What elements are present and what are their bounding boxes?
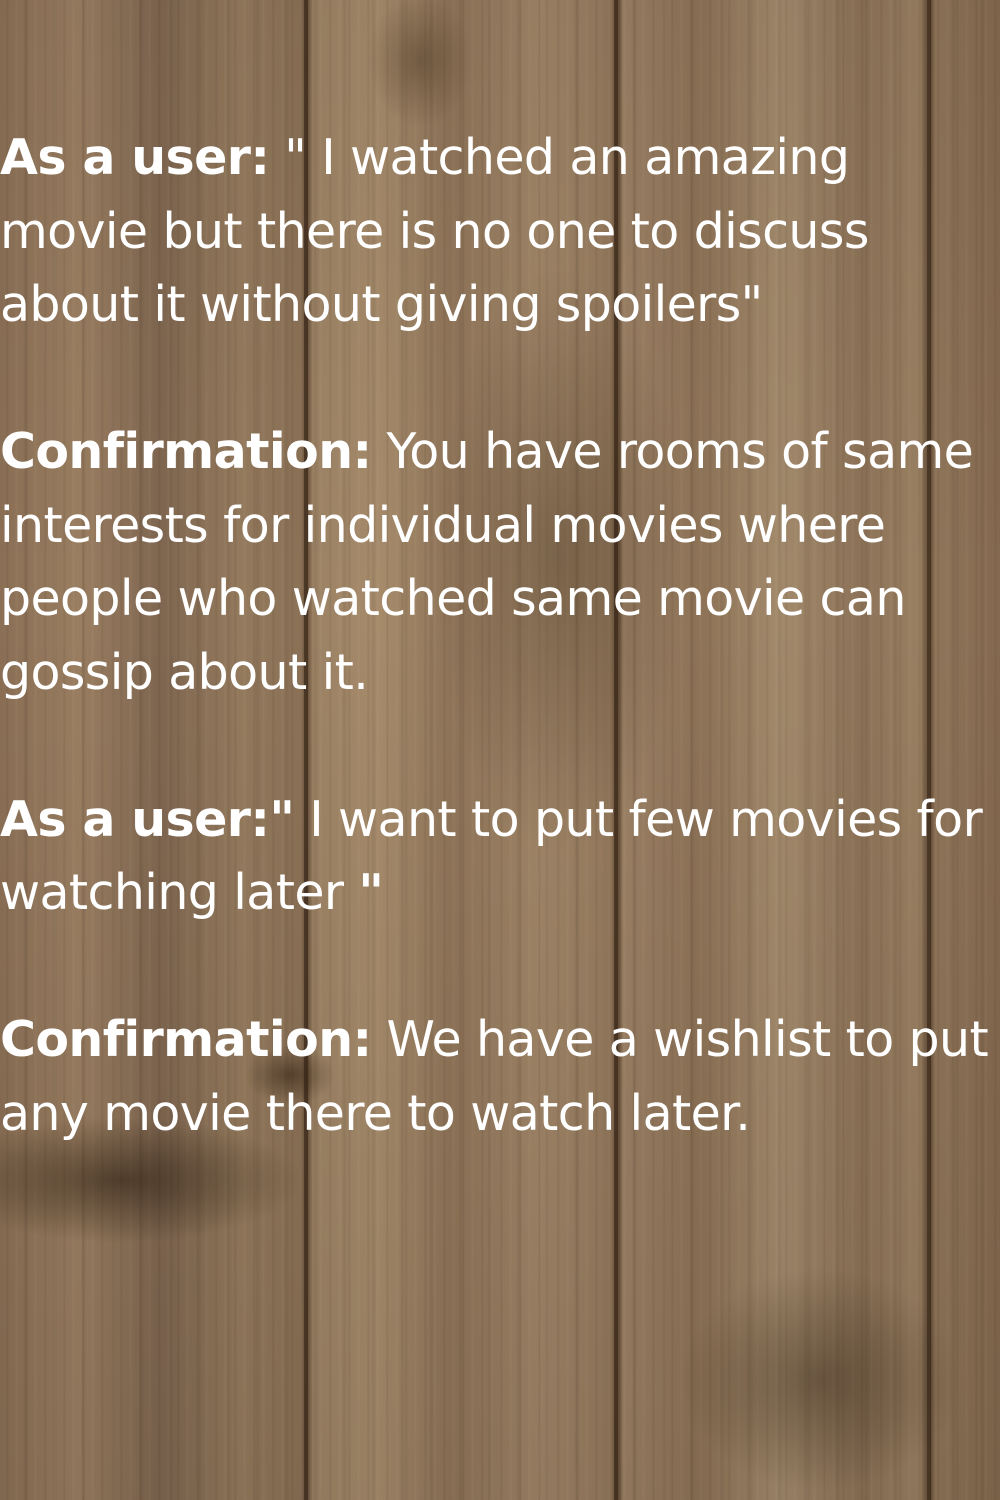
confirmation-paragraph: Confirmation: We have a wishlist to put … (0, 1003, 1000, 1150)
closing-quote: " (358, 864, 384, 921)
paragraph-label: As a user: (0, 129, 270, 186)
user-story-paragraph: As a user:" I want to put few movies for… (0, 783, 1000, 930)
paragraph-label: Confirmation: (0, 423, 372, 480)
confirmation-paragraph: Confirmation: You have rooms of same int… (0, 415, 1000, 709)
story-text-block: As a user: " I watched an amazing movie … (0, 121, 1000, 1224)
user-story-paragraph: As a user: " I watched an amazing movie … (0, 121, 1000, 342)
paragraph-label: As a user:" (0, 790, 295, 848)
paragraph-label: Confirmation: (0, 1011, 372, 1068)
